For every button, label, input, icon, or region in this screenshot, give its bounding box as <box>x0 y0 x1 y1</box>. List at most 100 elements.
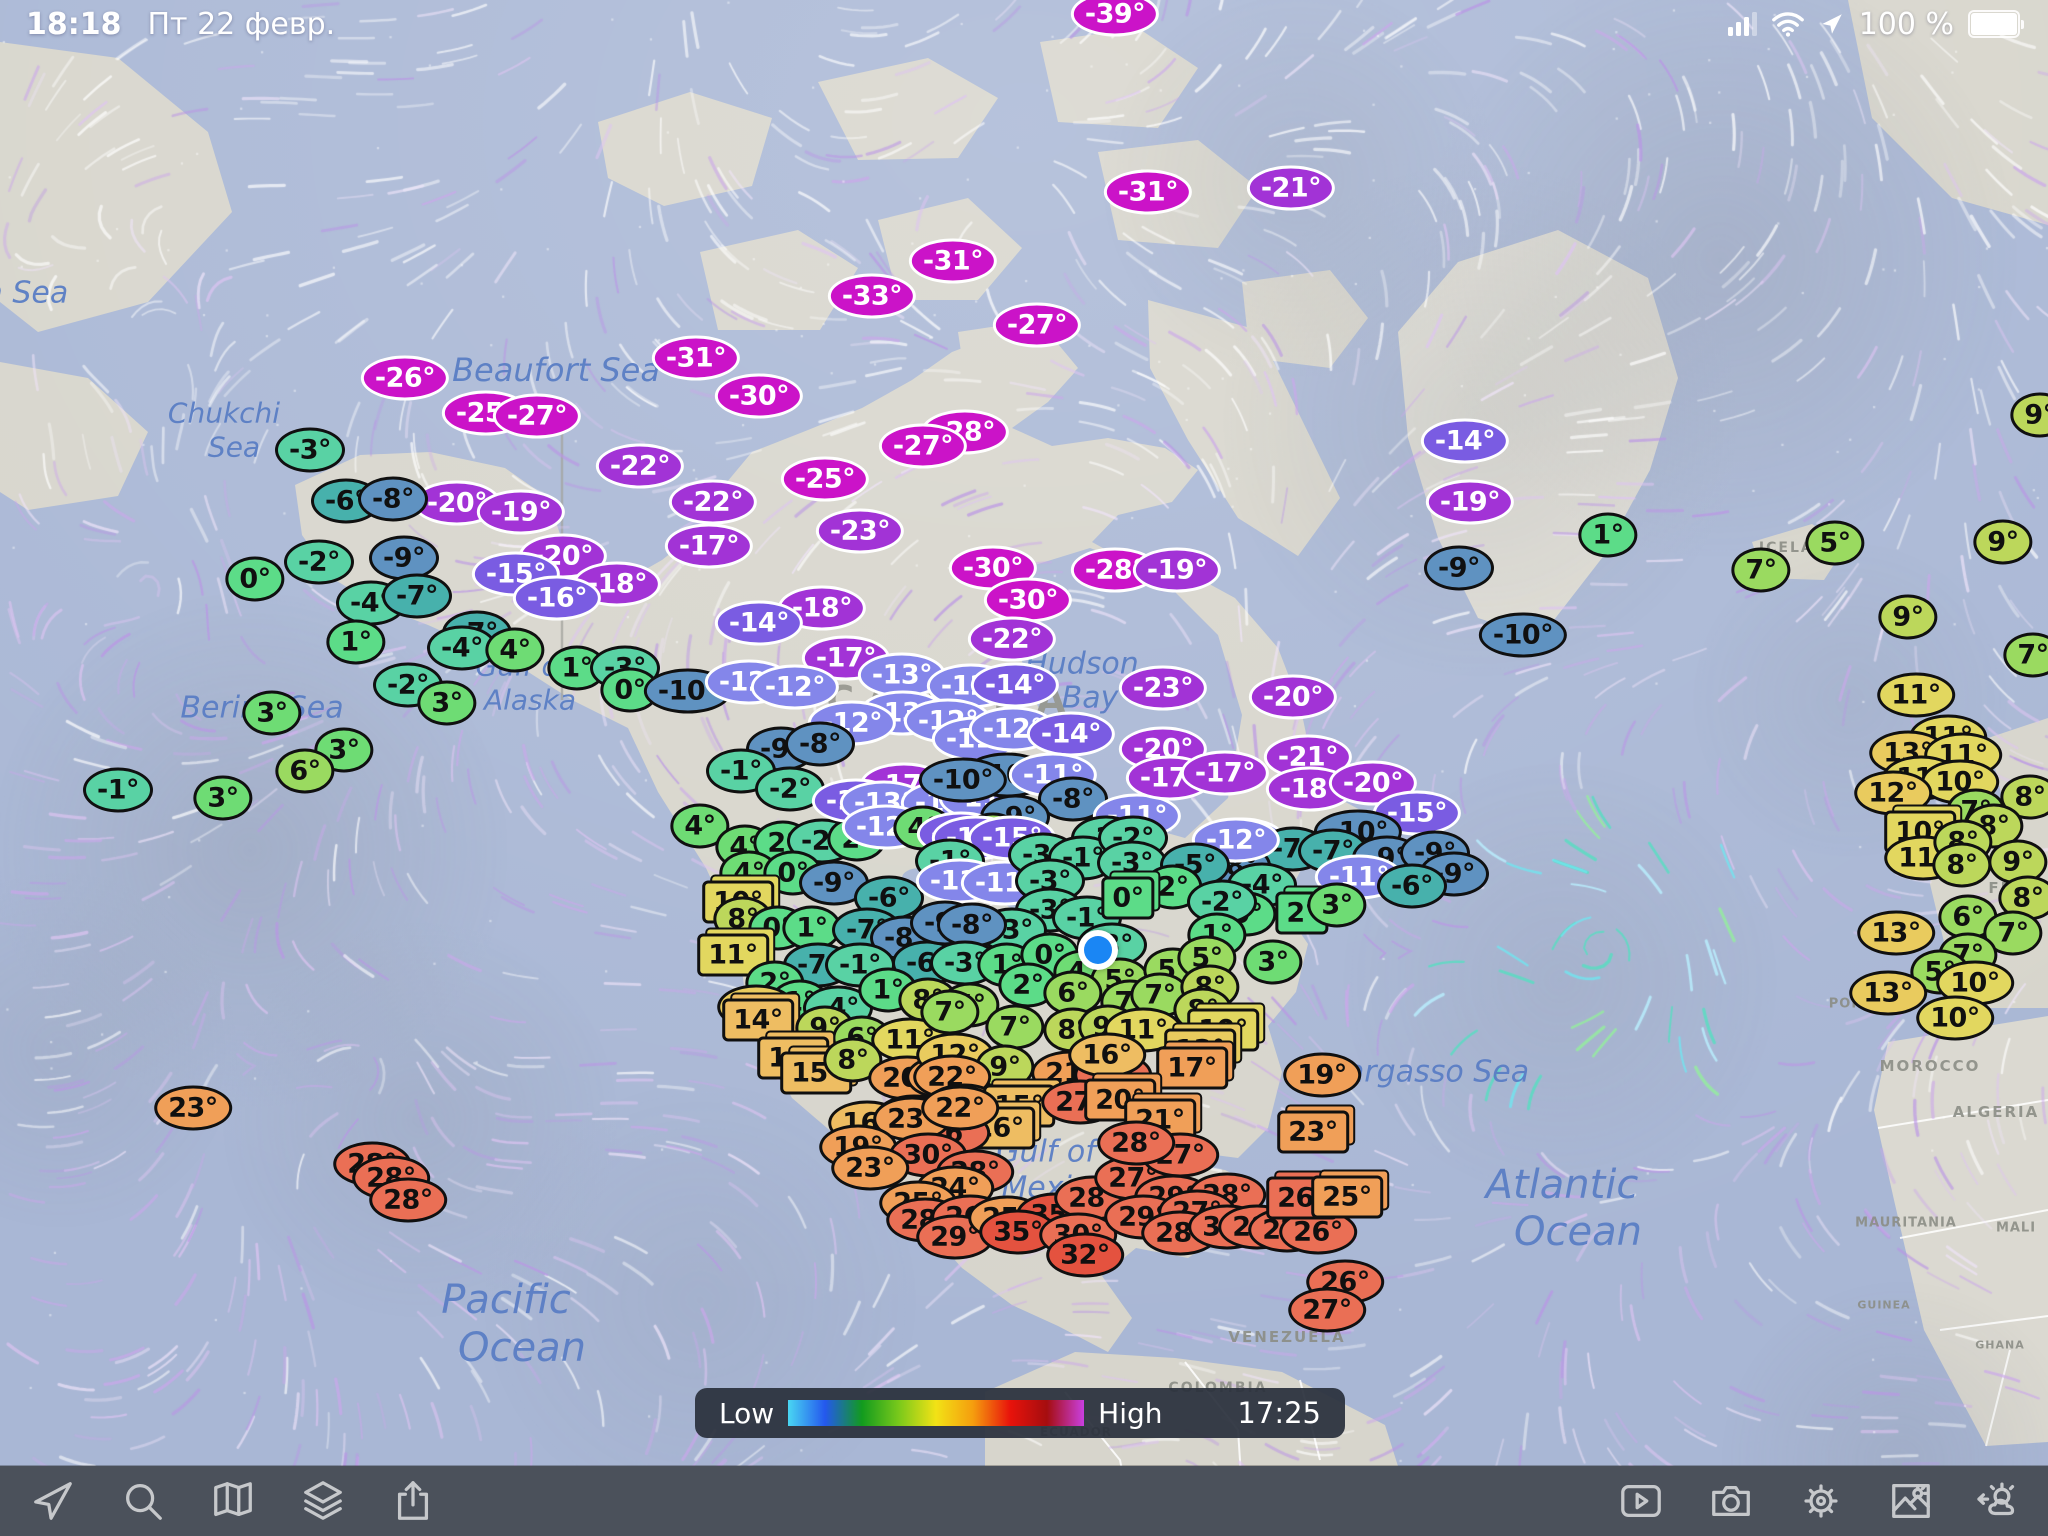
temp-bubble: -14° <box>971 663 1059 708</box>
temp-bubble: -8° <box>358 477 428 522</box>
play-animation-button[interactable] <box>1616 1476 1666 1526</box>
temp-bubble: 23° <box>1277 1111 1349 1154</box>
temp-bubble: -3° <box>275 428 345 473</box>
status-time: 18:18 <box>26 7 122 42</box>
temp-bubble: -27° <box>993 303 1081 348</box>
temp-bubble: -23° <box>816 509 904 554</box>
temp-bubble: -33° <box>828 274 916 319</box>
weather-compare-button[interactable] <box>1976 1476 2026 1526</box>
temp-bubble: 5° <box>1805 521 1864 566</box>
temp-bubble: 10° <box>1916 996 1994 1041</box>
bottom-toolbar <box>0 1466 2048 1536</box>
layers-button[interactable] <box>298 1476 348 1526</box>
temp-bubble: 28° <box>369 1178 447 1223</box>
temp-bubble: -22° <box>669 480 757 525</box>
legend-high-label: High <box>1098 1397 1162 1430</box>
temp-bubble: 3° <box>417 681 476 726</box>
temp-bubble: 3° <box>193 776 252 821</box>
temp-bubble: -25° <box>781 457 869 502</box>
temp-bubble: -23° <box>1119 666 1207 711</box>
temp-bubble: -19° <box>477 490 565 535</box>
temp-bubble: 9° <box>2010 393 2048 438</box>
temp-bubble: -8° <box>785 722 855 767</box>
map-style-button[interactable] <box>208 1476 258 1526</box>
temp-bubble: 25° <box>1311 1176 1383 1219</box>
temp-bubble: 8° <box>1932 843 1991 888</box>
temp-bubble: 9° <box>1973 520 2032 565</box>
temp-bubble: -12° <box>751 665 839 710</box>
status-date: Пт 22 февр. <box>148 7 336 42</box>
forecast-time: 17:25 <box>1237 1396 1321 1430</box>
temp-bubble: -14° <box>1421 419 1509 464</box>
temp-bubble: 32° <box>1046 1233 1124 1278</box>
temp-bubble: 1° <box>1578 513 1637 558</box>
location-services-icon <box>1819 11 1845 37</box>
status-bar: 18:18 Пт 22 февр. 100 % <box>0 0 2048 46</box>
temp-bubble: -27° <box>493 394 581 439</box>
temp-bubble: 22° <box>921 1086 999 1131</box>
current-location-dot <box>1078 930 1118 970</box>
temp-bubble: -31° <box>652 336 740 381</box>
temp-bubble: 4° <box>485 628 544 673</box>
temp-bubble: 13° <box>1849 971 1927 1016</box>
temp-bubble: -21° <box>1247 166 1335 211</box>
settings-gear-button[interactable] <box>1796 1476 1846 1526</box>
temp-bubble: -22° <box>968 617 1056 662</box>
temp-bubble: -19° <box>1426 480 1514 525</box>
legend-low-label: Low <box>719 1397 774 1430</box>
radar-image-button[interactable] <box>1886 1476 1936 1526</box>
temp-bubble: 7° <box>985 1005 1044 1050</box>
temperature-gradient <box>788 1400 1084 1426</box>
temp-bubble: 9° <box>1878 595 1937 640</box>
temp-bubble: -17° <box>1181 751 1269 796</box>
temp-bubble: 3° <box>1307 883 1366 928</box>
temperature-bubbles-layer: -39°-31°-21°-31°-33°-27°-28°-31°-30°-26°… <box>0 0 2048 1536</box>
temp-bubble: 27° <box>1288 1288 1366 1333</box>
share-button[interactable] <box>388 1476 438 1526</box>
temp-bubble: -9° <box>1424 546 1494 591</box>
temp-bubble: -14° <box>715 601 803 646</box>
temp-bubble: 0° <box>225 557 284 602</box>
temp-bubble: -19° <box>1133 548 1221 593</box>
temp-bubble: -14° <box>1027 712 1115 757</box>
locate-me-button[interactable] <box>28 1476 78 1526</box>
temp-bubble: -20° <box>1249 675 1337 720</box>
temp-bubble: 3° <box>1243 940 1302 985</box>
temp-bubble: -22° <box>596 444 684 489</box>
temp-bubble: 16° <box>1068 1033 1146 1078</box>
temperature-legend: Low High 17:25 <box>695 1388 1345 1438</box>
temp-bubble: 7° <box>920 990 979 1035</box>
temp-bubble: -26° <box>361 356 449 401</box>
camera-button[interactable] <box>1706 1476 1756 1526</box>
cellular-signal-icon <box>1728 12 1757 36</box>
temp-bubble: -6° <box>1377 864 1447 909</box>
temp-bubble: -17° <box>665 524 753 569</box>
temp-bubble: -31° <box>1104 170 1192 215</box>
temp-bubble: 1° <box>326 620 385 665</box>
temp-bubble: -7° <box>382 574 452 619</box>
temp-bubble: 7° <box>2003 633 2048 678</box>
temp-bubble: -10° <box>1479 613 1567 658</box>
battery-icon <box>1968 10 2024 38</box>
temp-bubble: 13° <box>1857 911 1935 956</box>
temp-bubble: -30° <box>984 578 1072 623</box>
temp-bubble: -27° <box>879 424 967 469</box>
temp-bubble: 17° <box>1156 1047 1228 1090</box>
temp-bubble: 6° <box>275 749 334 794</box>
wifi-icon <box>1771 11 1805 37</box>
map-canvas[interactable]: n SeaChukchiSeaBeaufort SeaBering SeaGul… <box>0 0 2048 1536</box>
temp-bubble: 11° <box>1877 673 1955 718</box>
temp-bubble: 28° <box>1097 1121 1175 1166</box>
temp-bubble: 3° <box>242 691 301 736</box>
temp-bubble: 0° <box>1101 877 1154 920</box>
temp-bubble: -31° <box>909 239 997 284</box>
temp-bubble: 19° <box>1283 1053 1361 1098</box>
temp-bubble: 7° <box>1731 548 1790 593</box>
search-button[interactable] <box>118 1476 168 1526</box>
temp-bubble: 14° <box>722 999 794 1042</box>
temp-bubble: -10° <box>919 758 1007 803</box>
weather-app-screen: n SeaChukchiSeaBeaufort SeaBering SeaGul… <box>0 0 2048 1536</box>
temp-bubble: 12° <box>1854 771 1932 816</box>
temp-bubble: 23° <box>154 1086 232 1131</box>
temp-bubble: -2° <box>284 540 354 585</box>
